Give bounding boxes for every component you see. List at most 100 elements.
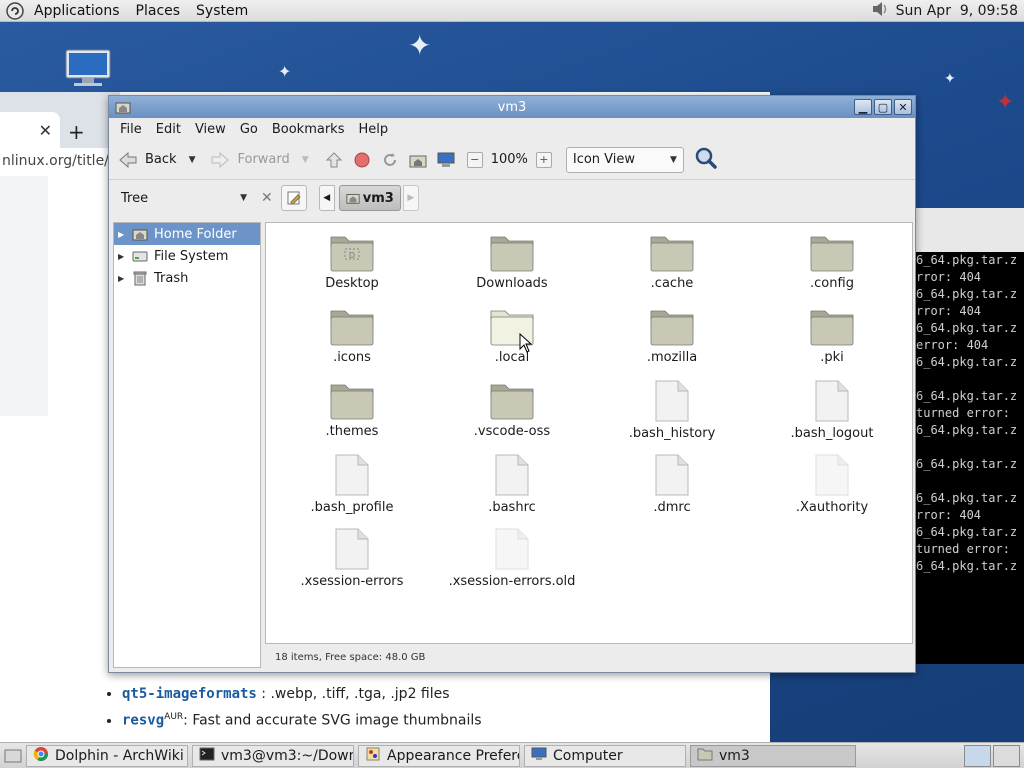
address-bar[interactable]: nlinux.org/title/Dol xyxy=(0,148,120,174)
file-icon xyxy=(602,453,742,497)
sidebar-mode-select[interactable]: Tree ▼ xyxy=(113,186,253,210)
taskbar-item[interactable]: Dolphin - ArchWiki - ... xyxy=(26,744,188,767)
path-scroll-left-button[interactable]: ◀ xyxy=(318,185,335,211)
path-scroll-right-button[interactable]: ▶ xyxy=(402,185,419,211)
file-item[interactable]: .bashrc xyxy=(442,453,582,515)
terminal-line: turned error: xyxy=(916,406,1010,420)
terminal-line: 6_64.pkg.tar.z xyxy=(916,423,1018,437)
tree-sidebar: ▶ Home Folder ▶ File System ▶ Trash xyxy=(113,222,261,668)
close-button[interactable]: ✕ xyxy=(894,99,912,115)
folder-item[interactable]: .pki xyxy=(762,305,902,365)
folder-item[interactable]: .cache xyxy=(602,231,742,291)
folder-icon xyxy=(442,231,582,273)
file-name: .bash_profile xyxy=(310,500,394,515)
up-icon[interactable] xyxy=(323,149,345,171)
file-name: Desktop xyxy=(325,276,379,291)
chrome-icon xyxy=(33,746,49,766)
zoom-level: 100% xyxy=(490,152,528,167)
menu-file[interactable]: File xyxy=(113,122,149,137)
menu-bookmarks[interactable]: Bookmarks xyxy=(265,122,352,137)
package-link[interactable]: resvg xyxy=(122,713,164,729)
search-icon[interactable] xyxy=(694,146,718,174)
back-history-dropdown[interactable]: ▼ xyxy=(189,155,196,165)
taskbar-item[interactable]: Appearance Prefere... xyxy=(358,744,520,767)
chevron-down-icon: ▼ xyxy=(240,193,247,203)
folder-icon xyxy=(282,379,422,421)
expand-arrow-icon[interactable]: ▶ xyxy=(118,252,128,261)
places-menu[interactable]: Places xyxy=(128,3,189,19)
reload-icon[interactable] xyxy=(379,149,401,171)
file-item[interactable]: .xsession-errors.old xyxy=(442,527,582,589)
taskbar-item[interactable]: vm3 xyxy=(690,744,856,767)
file-item[interactable]: .bash_profile xyxy=(282,453,422,515)
show-desktop-icon[interactable] xyxy=(0,748,26,764)
file-icon-view: D Desktop Downloads .cache .config .icons .loc… xyxy=(265,222,913,644)
stop-icon[interactable] xyxy=(351,149,373,171)
file-item[interactable]: .dmrc xyxy=(602,453,742,515)
expand-arrow-icon[interactable]: ▶ xyxy=(118,274,128,283)
file-icon xyxy=(282,453,422,497)
tree-item-file-system[interactable]: ▶ File System xyxy=(114,245,260,267)
expand-arrow-icon[interactable]: ▶ xyxy=(118,230,128,239)
chevron-down-icon: ▼ xyxy=(669,154,677,165)
edit-location-button[interactable] xyxy=(280,185,307,211)
terminal-line: turned error: xyxy=(916,542,1010,556)
titlebar[interactable]: vm3 ▁ ▢ ✕ xyxy=(109,96,915,118)
tree-item-home-folder[interactable]: ▶ Home Folder xyxy=(114,223,260,245)
package-link[interactable]: qt5-imageformats xyxy=(122,686,257,702)
folder-item[interactable]: .themes xyxy=(282,379,422,439)
terminal-line: error: 404 xyxy=(916,338,989,352)
clock[interactable]: Sun Apr 9, 09:58 xyxy=(896,3,1018,19)
close-sidebar-icon[interactable]: ✕ xyxy=(261,190,273,206)
computer-icon xyxy=(531,746,547,766)
menubar: File Edit View Go Bookmarks Help xyxy=(109,118,915,140)
file-name: .bash_logout xyxy=(790,426,874,441)
folder-item[interactable]: D Desktop xyxy=(282,231,422,291)
tree-item-trash[interactable]: ▶ Trash xyxy=(114,267,260,289)
wiki-sidebar xyxy=(0,176,48,416)
new-tab-icon[interactable]: + xyxy=(68,120,85,144)
forward-history-dropdown[interactable]: ▼ xyxy=(302,155,309,165)
volume-icon[interactable] xyxy=(870,0,890,22)
menu-go[interactable]: Go xyxy=(233,122,265,137)
minimize-button[interactable]: ▁ xyxy=(854,99,872,115)
view-mode-select[interactable]: Icon View ▼ xyxy=(565,146,684,173)
taskbar-item[interactable]: Computer xyxy=(524,744,686,767)
maximize-button[interactable]: ▢ xyxy=(874,99,892,115)
folder-item[interactable]: .mozilla xyxy=(602,305,742,365)
file-item[interactable]: .bash_history xyxy=(602,379,742,441)
browser-tab[interactable]: ✕ xyxy=(0,112,60,148)
folder-item[interactable]: .config xyxy=(762,231,902,291)
folder-item[interactable]: .vscode-oss xyxy=(442,379,582,439)
applications-menu[interactable]: Applications xyxy=(26,3,128,19)
path-button-vm3[interactable]: vm3 xyxy=(338,185,401,211)
computer-desktop-icon[interactable] xyxy=(64,48,112,88)
file-item[interactable]: .xsession-errors xyxy=(282,527,422,589)
forward-button[interactable]: Forward xyxy=(209,149,290,171)
forward-arrow-icon xyxy=(209,149,231,171)
taskbar-item[interactable]: vm3@vm3:~/Downl... xyxy=(192,744,354,767)
workspace-1[interactable] xyxy=(964,744,991,767)
system-menu[interactable]: System xyxy=(188,3,256,19)
menu-help[interactable]: Help xyxy=(351,122,395,137)
file-item[interactable]: .Xauthority xyxy=(762,453,902,515)
distro-logo-icon[interactable] xyxy=(4,0,26,22)
zoom-in-button[interactable]: + xyxy=(535,151,552,168)
trash-icon xyxy=(132,270,148,286)
file-item[interactable]: .bash_logout xyxy=(762,379,902,441)
file-name: .icons xyxy=(333,350,371,365)
folder-item[interactable]: .icons xyxy=(282,305,422,365)
folder-icon xyxy=(602,231,742,273)
home-icon[interactable] xyxy=(407,149,429,171)
zoom-out-button[interactable]: − xyxy=(466,151,483,168)
folder-item[interactable]: .local xyxy=(442,305,582,365)
folder-item[interactable]: Downloads xyxy=(442,231,582,291)
computer-icon[interactable] xyxy=(435,149,457,171)
back-button[interactable]: Back xyxy=(117,149,177,171)
workspace-2[interactable] xyxy=(993,744,1020,767)
menu-view[interactable]: View xyxy=(188,122,233,137)
close-tab-icon[interactable]: ✕ xyxy=(39,121,52,140)
menu-edit[interactable]: Edit xyxy=(149,122,188,137)
taskbar-item-label: vm3 xyxy=(719,747,750,764)
